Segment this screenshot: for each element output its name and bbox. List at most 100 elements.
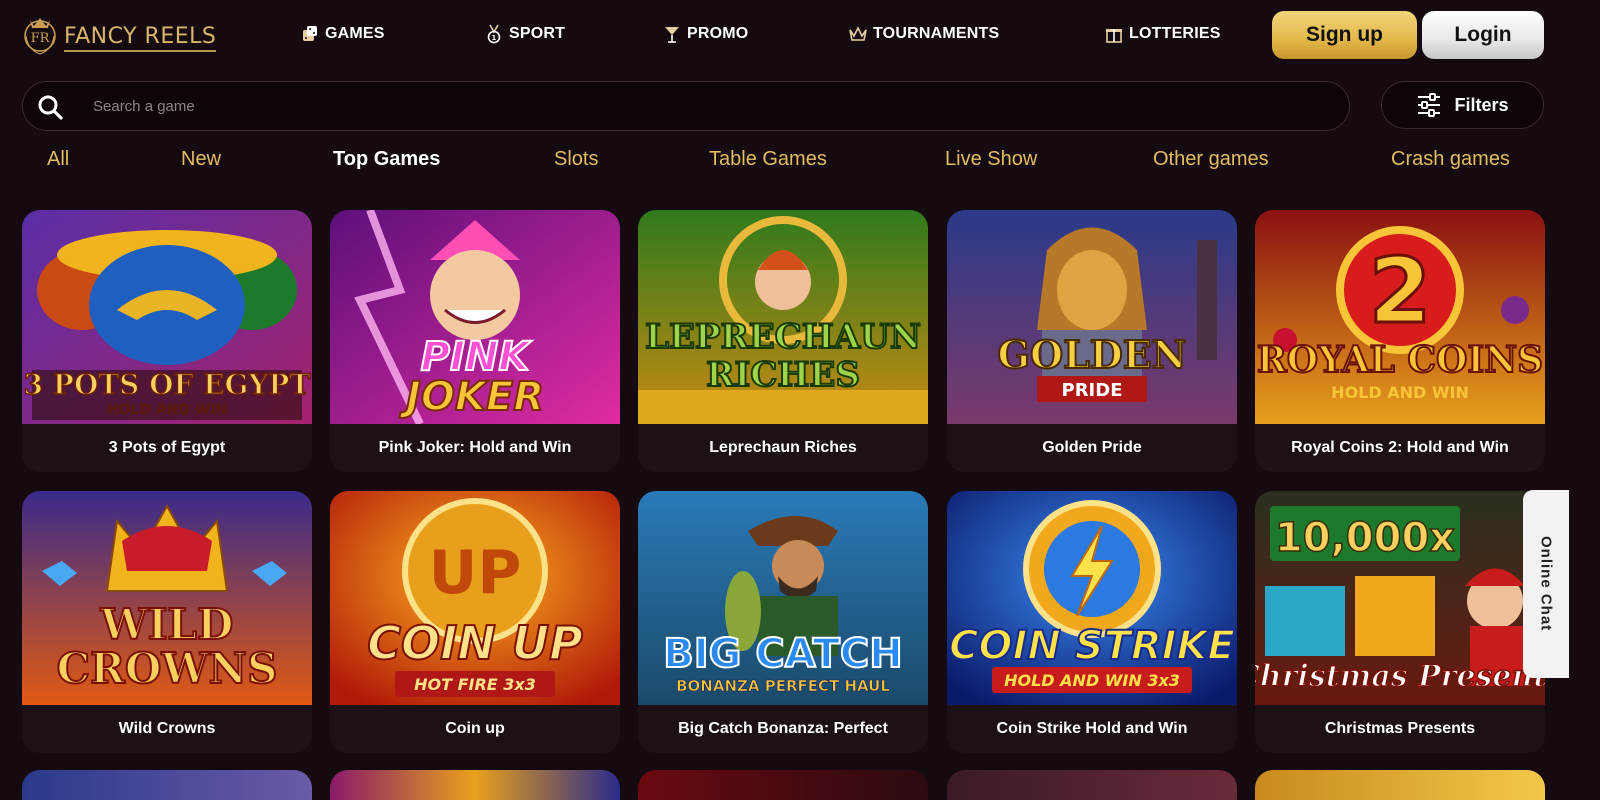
art-subtitle: PRIDE	[1062, 380, 1123, 401]
art-title: Christmas Presents	[1255, 659, 1545, 694]
game-card[interactable]: PINK JOKER Pink Joker: Hold and Win	[330, 210, 620, 472]
game-card[interactable]: 3 POTS OF EGYPT HOLD AND WIN 3 Pots of E…	[22, 210, 312, 472]
game-title: Pink Joker: Hold and Win	[330, 424, 620, 472]
game-card-partial[interactable]	[638, 770, 928, 800]
art-subtitle: JOKER	[399, 374, 544, 420]
search-icon[interactable]	[37, 94, 63, 120]
art-subtitle: HOLD AND WIN	[1331, 383, 1469, 402]
brand-name: FANCY REELS	[64, 24, 217, 52]
game-card-partial[interactable]	[1255, 770, 1545, 800]
art-coin-label: UP	[429, 538, 522, 608]
leprechaun-art: LEPRECHAUN RICHES	[638, 210, 928, 424]
game-thumbnail[interactable]: 10,000x Christmas Presents	[1255, 491, 1545, 705]
art-title: ROYAL COINS	[1257, 339, 1543, 381]
christmas-presents-art: 10,000x Christmas Presents	[1255, 491, 1545, 705]
pink-joker-art: PINK JOKER	[330, 210, 620, 424]
signup-button[interactable]: Sign up	[1272, 11, 1417, 59]
game-card[interactable]: 2 ROYAL COINS HOLD AND WIN Royal Coins 2…	[1255, 210, 1545, 472]
nav-lotteries-label: LOTTERIES	[1129, 25, 1221, 42]
nav-sport-label: SPORT	[509, 25, 566, 42]
tab-crash-games[interactable]: Crash games	[1391, 148, 1510, 171]
game-thumbnail[interactable]: BIG CATCH BONANZA PERFECT HAUL	[638, 491, 928, 705]
tab-all[interactable]: All	[47, 148, 69, 171]
art-subtitle: CROWNS	[57, 644, 278, 693]
game-card[interactable]: LEPRECHAUN RICHES Leprechaun Riches	[638, 210, 928, 472]
nav-games[interactable]: GAMES	[300, 24, 385, 44]
game-title: Royal Coins 2: Hold and Win	[1255, 424, 1545, 472]
sliders-icon	[1418, 93, 1441, 117]
online-chat-label: Online Chat	[1537, 536, 1555, 632]
game-card-partial[interactable]	[947, 770, 1237, 800]
nav-sport[interactable]: 1 SPORT	[484, 24, 565, 44]
filters-label: Filters	[1454, 94, 1509, 115]
game-thumbnail[interactable]: WILD CROWNS	[22, 491, 312, 705]
nav-games-label: GAMES	[325, 25, 385, 42]
tab-top-games[interactable]: Top Games	[333, 148, 440, 171]
game-title: Wild Crowns	[22, 705, 312, 753]
dice-icon	[303, 26, 317, 41]
crown-icon	[849, 26, 867, 41]
game-card[interactable]: UP COIN UP HOT FIRE 3x3 Coin up	[330, 491, 620, 753]
game-title: 3 Pots of Egypt	[22, 424, 312, 472]
art-title: BIG CATCH	[663, 631, 902, 677]
game-card-partial[interactable]	[22, 770, 312, 800]
art-title: LEPRECHAUN	[645, 317, 921, 357]
art-subtitle: RICHES	[706, 355, 860, 395]
game-title: Big Catch Bonanza: Perfect	[638, 705, 928, 753]
game-card[interactable]: WILD CROWNS Wild Crowns	[22, 491, 312, 753]
tab-slots[interactable]: Slots	[554, 148, 598, 171]
nav-promo-label: PROMO	[687, 25, 749, 42]
coin-strike-art: COIN STRIKE HOLD AND WIN 3x3	[947, 491, 1237, 705]
game-thumbnail[interactable]: 2 ROYAL COINS HOLD AND WIN	[1255, 210, 1545, 424]
nav-tournaments[interactable]: TOURNAMENTS	[848, 24, 999, 44]
game-thumbnail[interactable]: GOLDEN PRIDE	[947, 210, 1237, 424]
art-title: COIN STRIKE	[949, 623, 1235, 669]
art-subtitle: HOLD AND WIN 3x3	[1004, 671, 1180, 690]
game-title: Christmas Presents	[1255, 705, 1545, 753]
game-card[interactable]: 10,000x Christmas Presents Christmas Pre…	[1255, 491, 1545, 753]
svg-text:FR: FR	[31, 31, 51, 46]
tab-live-show[interactable]: Live Show	[945, 148, 1037, 171]
wild-crowns-art: WILD CROWNS	[22, 491, 312, 705]
game-card-partial[interactable]	[330, 770, 620, 800]
game-title: Leprechaun Riches	[638, 424, 928, 472]
search-bar	[22, 81, 1350, 131]
art-subtitle: BONANZA PERFECT HAUL	[676, 677, 890, 695]
tab-table-games[interactable]: Table Games	[709, 148, 827, 171]
crest-icon: FR	[24, 18, 56, 55]
game-card[interactable]: COIN STRIKE HOLD AND WIN 3x3 Coin Strike…	[947, 491, 1237, 753]
search-input[interactable]	[93, 82, 1333, 130]
login-button[interactable]: Login	[1422, 11, 1544, 59]
game-thumbnail[interactable]: UP COIN UP HOT FIRE 3x3	[330, 491, 620, 705]
art-subtitle: HOLD AND WIN	[107, 402, 227, 418]
tab-other-games[interactable]: Other games	[1153, 148, 1269, 171]
game-thumbnail[interactable]: LEPRECHAUN RICHES	[638, 210, 928, 424]
brand-logo[interactable]: FR FANCY REELS	[22, 12, 222, 58]
art-title: 3 POTS OF EGYPT	[24, 368, 311, 401]
art-subtitle: HOT FIRE 3x3	[414, 675, 536, 694]
game-title: Coin up	[330, 705, 620, 753]
nav-tournaments-label: TOURNAMENTS	[873, 25, 1000, 42]
game-card[interactable]: BIG CATCH BONANZA PERFECT HAUL Big Catch…	[638, 491, 928, 753]
tab-new[interactable]: New	[181, 148, 221, 171]
gift-icon	[1106, 29, 1122, 43]
top-header: FR FANCY REELS GAMES 1 SPORT PROMO TOURN…	[0, 0, 1600, 72]
art-title: WILD	[100, 600, 234, 649]
egypt-pots-art: 3 POTS OF EGYPT HOLD AND WIN	[22, 210, 312, 424]
game-card[interactable]: GOLDEN PRIDE Golden Pride	[947, 210, 1237, 472]
game-thumbnail[interactable]: 3 POTS OF EGYPT HOLD AND WIN	[22, 210, 312, 424]
game-title: Golden Pride	[947, 424, 1237, 472]
nav-promo[interactable]: PROMO	[662, 24, 748, 44]
game-thumbnail[interactable]: COIN STRIKE HOLD AND WIN 3x3	[947, 491, 1237, 705]
art-number: 2	[1369, 239, 1432, 344]
online-chat-tab[interactable]: Online Chat	[1523, 490, 1569, 678]
coin-up-art: UP COIN UP HOT FIRE 3x3	[330, 491, 620, 705]
filters-button[interactable]: Filters	[1381, 81, 1544, 129]
art-title: COIN UP	[367, 616, 583, 670]
golden-pride-art: GOLDEN PRIDE	[947, 210, 1237, 424]
art-title: GOLDEN	[998, 332, 1187, 377]
royal-coins-art: 2 ROYAL COINS HOLD AND WIN	[1255, 210, 1545, 424]
game-title: Coin Strike Hold and Win	[947, 705, 1237, 753]
nav-lotteries[interactable]: LOTTERIES	[1104, 24, 1221, 44]
game-thumbnail[interactable]: PINK JOKER	[330, 210, 620, 424]
